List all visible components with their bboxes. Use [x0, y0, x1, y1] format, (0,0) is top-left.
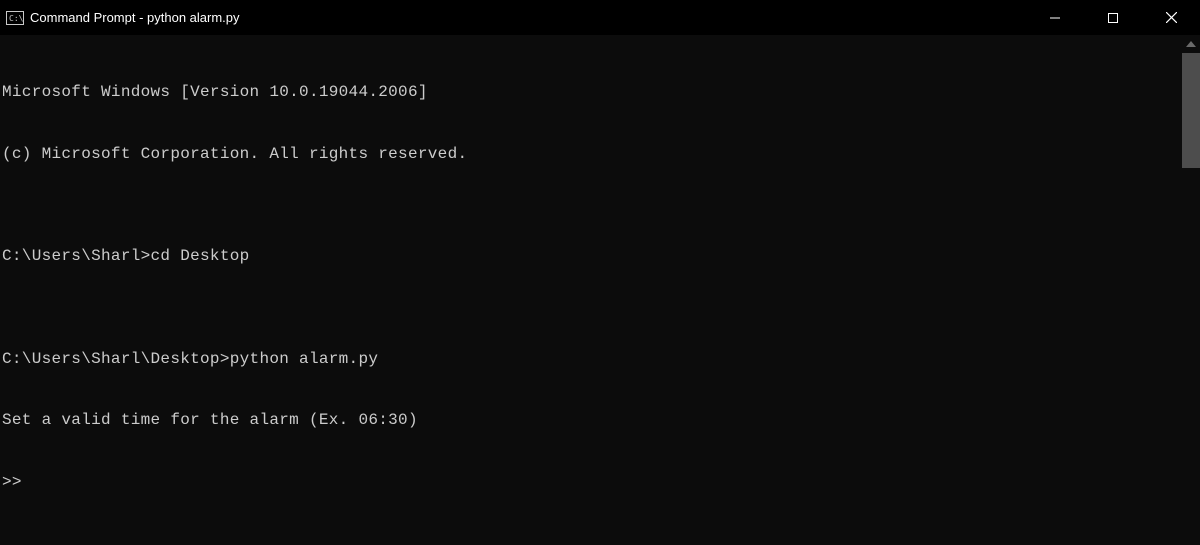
titlebar-left: C:\ Command Prompt - python alarm.py [6, 10, 240, 25]
window-title: Command Prompt - python alarm.py [30, 10, 240, 25]
svg-text:C:\: C:\ [9, 14, 24, 23]
minimize-button[interactable] [1026, 0, 1084, 35]
cmd-icon: C:\ [6, 11, 24, 25]
scrollbar[interactable] [1182, 35, 1200, 545]
terminal-prompt: >> [2, 472, 1200, 493]
terminal-output[interactable]: Microsoft Windows [Version 10.0.19044.20… [0, 35, 1200, 513]
maximize-button[interactable] [1084, 0, 1142, 35]
terminal-line: Set a valid time for the alarm (Ex. 06:3… [2, 410, 1200, 431]
close-button[interactable] [1142, 0, 1200, 35]
terminal-line: Microsoft Windows [Version 10.0.19044.20… [2, 82, 1200, 103]
scroll-thumb[interactable] [1182, 53, 1200, 168]
terminal-line: C:\Users\Sharl>cd Desktop [2, 246, 1200, 267]
terminal-line: C:\Users\Sharl\Desktop>python alarm.py [2, 349, 1200, 370]
terminal-line: (c) Microsoft Corporation. All rights re… [2, 144, 1200, 165]
titlebar: C:\ Command Prompt - python alarm.py [0, 0, 1200, 35]
window-controls [1026, 0, 1200, 35]
scroll-up-icon[interactable] [1182, 35, 1200, 53]
